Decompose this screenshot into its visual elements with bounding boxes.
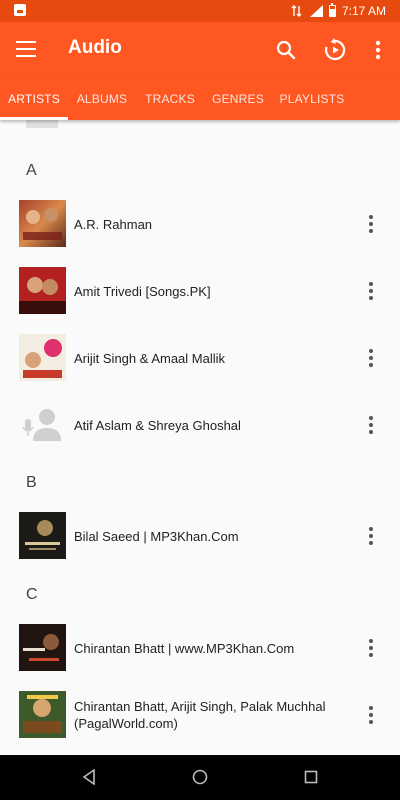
more-vert-icon[interactable] [364,703,378,727]
list-item[interactable]: A.R. Rahman [0,193,400,255]
battery-icon [328,3,336,17]
status-indicators: 7:17 AM [291,0,386,22]
album-art-thumbnail [19,691,66,738]
section-header-a: A [26,162,37,179]
artist-name: Atif Aslam & Shreya Ghoshal [74,417,241,433]
back-icon[interactable] [79,767,99,787]
tab-playlists[interactable]: PLAYLISTS [272,78,352,120]
page-title: Audio [68,37,122,58]
more-vert-icon[interactable] [364,212,378,236]
status-bar: 7:17 AM [0,0,400,22]
list-item[interactable]: Chirantan Bhatt | www.MP3Khan.Com [0,617,400,679]
album-art-thumbnail [19,334,66,381]
tab-albums[interactable]: ALBUMS [68,78,136,120]
list-item[interactable]: Atif Aslam & Shreya Ghoshal [0,394,400,456]
menu-icon[interactable] [16,41,36,57]
resume-playback-icon[interactable] [321,36,349,64]
album-art-thumbnail [19,200,66,247]
artist-name: A.R. Rahman [74,216,153,232]
more-vert-icon[interactable] [364,524,378,548]
more-vert-icon[interactable] [364,636,378,660]
data-signal-icon [291,5,302,17]
artist-name: Amit Trivedi [Songs.PK] [74,283,211,299]
album-art-thumbnail [26,120,58,128]
app-bar: Audio [0,22,400,78]
tab-bar: ARTISTS ALBUMS TRACKS GENRES PLAYLISTS [0,78,400,120]
home-icon[interactable] [190,767,210,787]
artist-name: Chirantan Bhatt | www.MP3Khan.Com [74,640,295,656]
album-art-thumbnail [19,624,66,671]
artist-placeholder-icon [19,401,66,448]
tab-artists[interactable]: ARTISTS [0,78,68,120]
section-header-c: C [26,586,38,603]
artist-name: Arijit Singh & Amaal Mallik [74,350,225,366]
system-navigation-bar [0,755,400,800]
section-header-b: B [26,474,37,491]
more-vert-icon[interactable] [364,413,378,437]
album-art-thumbnail [19,267,66,314]
recent-apps-icon[interactable] [301,767,321,787]
album-art-thumbnail [19,512,66,559]
list-item[interactable]: Amit Trivedi [Songs.PK] [0,260,400,322]
more-vert-icon[interactable] [364,346,378,370]
status-time: 7:17 AM [341,4,386,18]
tab-genres[interactable]: GENRES [204,78,272,120]
artist-name: Bilal Saeed | MP3Khan.Com [74,528,239,544]
more-vert-icon[interactable] [364,36,392,64]
artist-name: Chirantan Bhatt, Arijit Singh, Palak Muc… [74,699,326,731]
cell-signal-icon [309,5,323,17]
list-item[interactable]: Arijit Singh & Amaal Mallik [0,327,400,389]
tab-tracks[interactable]: TRACKS [136,78,204,120]
notification-icon [14,4,26,16]
list-item[interactable]: Bilal Saeed | MP3Khan.Com [0,505,400,567]
list-item[interactable]: Chirantan Bhatt, Arijit Singh, Palak Muc… [0,684,400,746]
artist-list[interactable]: A A.R. Rahman Amit Trivedi [Songs.PK] Ar… [0,120,400,755]
search-icon[interactable] [272,36,300,64]
more-vert-icon[interactable] [364,279,378,303]
